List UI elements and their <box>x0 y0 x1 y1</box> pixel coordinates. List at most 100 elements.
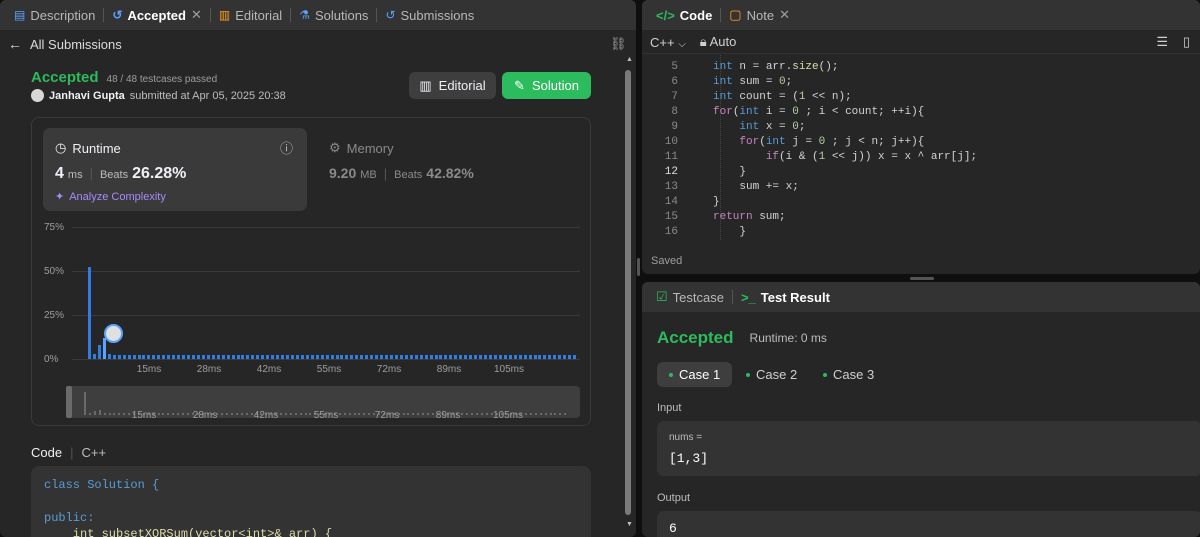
mini-chart-bar <box>186 413 189 415</box>
line-code: for(int i = 0 ; i < count; ++i){ <box>713 106 925 118</box>
panel-resizer-vertical[interactable] <box>637 258 640 276</box>
mini-chart-bar <box>466 413 469 415</box>
mini-chart-bar <box>182 413 184 415</box>
mini-chart-bar <box>221 413 224 415</box>
scroll-thumb[interactable] <box>625 70 631 515</box>
divider: | <box>70 445 74 460</box>
tab-test-result[interactable]: >_ Test Result <box>733 282 838 312</box>
mini-chart-bar <box>231 413 233 415</box>
scroll-up-icon[interactable]: ▲ <box>626 56 633 63</box>
input-var: nums = <box>669 432 703 443</box>
case-tab-1[interactable]: Case 1 <box>657 362 733 387</box>
scrollbar[interactable]: ▲ ▼ <box>623 56 633 537</box>
mini-x-tick: 89ms <box>435 410 461 421</box>
mini-x-tick: 72ms <box>374 410 400 421</box>
mode-indicator[interactable]: 🔒︎ Auto <box>700 34 737 50</box>
output-box[interactable]: 6 <box>657 511 1200 537</box>
mini-chart-bar <box>564 413 567 415</box>
language-select[interactable]: C++ ⌵ <box>650 35 686 50</box>
mini-chart-bar <box>93 411 96 415</box>
line-code: } <box>713 166 747 178</box>
editor-toolbar: C++ ⌵ 🔒︎ Auto <box>650 34 736 50</box>
tab-code[interactable]: </> Code <box>648 0 720 30</box>
result-panel: ☑ Testcase >_ Test Result Accepted Runtime… <box>642 282 1200 537</box>
line-code: int n = arr.size(); <box>713 61 839 73</box>
code-section-header: Code | C++ <box>31 445 107 460</box>
note-icon: ▢ <box>729 7 742 22</box>
mini-chart-bar <box>309 413 312 415</box>
mini-chart-bar <box>476 413 478 415</box>
code-editor[interactable]: 5 int n = arr.size(); 6 int sum = 0; 7 int co… <box>642 55 1200 240</box>
mini-x-tick: 28ms <box>192 410 218 421</box>
output-value: 6 <box>669 521 677 536</box>
left-panel: ▤ Description ↺ Accepted ✕ ▥ Editorial ⚗ Solu… <box>0 0 636 537</box>
mini-chart-bar <box>289 413 292 415</box>
mini-chart-bar <box>348 413 351 415</box>
mini-chart-bar <box>113 413 116 415</box>
mini-chart-bar <box>245 413 248 415</box>
mini-chart-bar <box>304 413 307 415</box>
input-box[interactable]: nums = [1,3] <box>657 421 1200 476</box>
result-status: Accepted <box>657 328 734 347</box>
line-number: 14 <box>664 196 678 208</box>
line-number: 6 <box>671 76 678 88</box>
code-line: public: <box>44 510 95 525</box>
editor-panel: </> Code ▢ Note ✕ C++ ⌵ 🔒︎ Auto ☰ ▯ 5 int n … <box>642 0 1200 274</box>
format-icon[interactable]: ☰ <box>1156 34 1168 50</box>
line-number: 12 <box>664 166 678 178</box>
mini-chart-bar <box>544 413 547 415</box>
close-icon[interactable]: ✕ <box>779 7 790 23</box>
line-code: sum += x; <box>713 181 799 193</box>
mini-chart-bar <box>480 413 483 415</box>
line-number: 16 <box>664 226 678 238</box>
scroll-down-icon[interactable]: ▼ <box>626 521 633 528</box>
mini-chart-bar <box>250 413 253 415</box>
mini-chart-bar <box>363 413 366 415</box>
case-tab-3[interactable]: Case 3 <box>811 362 886 387</box>
mini-chart-bar <box>98 409 101 415</box>
submitted-code-block[interactable]: class Solution { public: int subsetXORSu… <box>31 466 591 537</box>
mini-chart-bar <box>84 391 86 415</box>
bookmark-icon[interactable]: ▯ <box>1183 34 1190 50</box>
line-number: 10 <box>664 136 678 148</box>
line-code: } <box>713 226 747 238</box>
mini-chart-bar <box>529 413 532 415</box>
line-number: 7 <box>671 91 678 103</box>
terminal-icon: >_ <box>740 289 756 305</box>
line-number: 11 <box>664 151 678 163</box>
tab-testcase[interactable]: ☑ Testcase <box>648 282 732 312</box>
mini-chart-bar <box>534 413 537 415</box>
mini-chart-bar <box>368 413 371 415</box>
checkbox-icon: ☑ <box>656 289 668 304</box>
tab-note[interactable]: ▢ Note ✕ <box>721 0 798 30</box>
mini-chart-bar <box>284 413 287 415</box>
line-code: for(int j = 0 ; j < n; j++){ <box>739 136 925 148</box>
result-status-row: Accepted Runtime: 0 ms <box>657 328 827 348</box>
mini-chart-bar <box>407 413 410 415</box>
case-tab-2[interactable]: Case 2 <box>734 362 809 387</box>
saved-status: Saved <box>651 255 683 267</box>
mini-chart-bar <box>431 413 434 415</box>
panel-resizer-horizontal[interactable] <box>910 277 934 280</box>
code-icon: </> <box>656 7 675 23</box>
mini-chart-bar <box>280 413 282 415</box>
mini-chart-bar <box>226 413 229 415</box>
mini-chart-bar <box>471 413 474 415</box>
mini-chart-bar <box>549 413 552 415</box>
mini-x-tick: 55ms <box>313 410 339 421</box>
lock-icon: 🔒︎ <box>699 34 707 49</box>
line-number: 15 <box>664 211 678 223</box>
pass-dot <box>746 372 750 377</box>
line-code: return sum; <box>713 211 786 223</box>
code-line: class Solution { <box>44 478 160 492</box>
line-number: 9 <box>671 121 678 133</box>
input-label: Input <box>657 402 682 414</box>
editor-tabbar: </> Code ▢ Note ✕ <box>642 0 1200 30</box>
chevron-down-icon: ⌵ <box>678 38 686 50</box>
mini-chart-bar <box>422 413 425 415</box>
mini-chart-bar <box>402 413 405 415</box>
mini-chart-bar <box>103 413 106 415</box>
mini-chart-bar <box>539 413 542 415</box>
mini-chart-bar <box>358 413 361 415</box>
mini-chart-bar <box>427 413 429 415</box>
